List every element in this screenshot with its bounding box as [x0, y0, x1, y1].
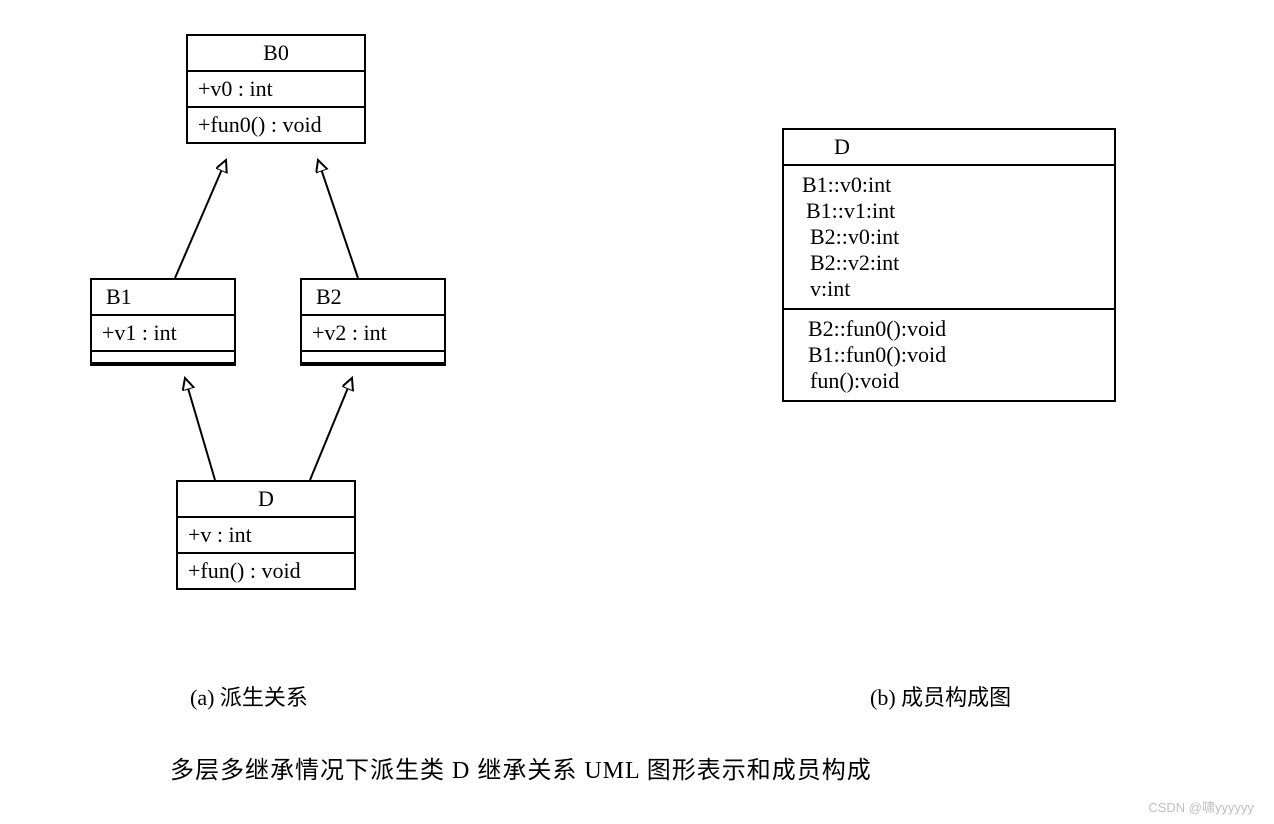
uml-class-B1: B1 +v1 : int — [90, 278, 236, 366]
arrow-B2-to-B0 — [318, 160, 358, 278]
class-name: D — [178, 482, 354, 518]
op-row: B2::fun0():void — [802, 316, 1096, 342]
attr-row: B1::v1:int — [802, 198, 1096, 224]
class-name: D — [784, 130, 1114, 166]
uml-class-D-members: D B1::v0:int B1::v1:int B2::v0:int B2::v… — [782, 128, 1116, 402]
main-caption: 多层多继承情况下派生类 D 继承关系 UML 图形表示和成员构成 — [170, 750, 872, 785]
arrow-D-to-B2 — [310, 378, 352, 480]
class-name: B2 — [302, 280, 444, 316]
class-name: B1 — [92, 280, 234, 316]
ops-compartment: B2::fun0():void B1::fun0():void fun():vo… — [784, 310, 1114, 400]
attr-row: B2::v2:int — [802, 250, 1096, 276]
uml-class-D: D +v : int +fun() : void — [176, 480, 356, 590]
class-attr: +v0 : int — [188, 72, 364, 108]
op-row: B1::fun0():void — [802, 342, 1096, 368]
uml-class-B0: B0 +v0 : int +fun0() : void — [186, 34, 366, 144]
attr-row: v:int — [802, 276, 1096, 302]
attrs-compartment: B1::v0:int B1::v1:int B2::v0:int B2::v2:… — [784, 166, 1114, 310]
class-attr: +v1 : int — [92, 316, 234, 352]
arrow-B1-to-B0 — [175, 160, 226, 278]
watermark: CSDN @啸yyyyyy — [1148, 797, 1254, 816]
class-name: B0 — [188, 36, 364, 72]
caption-a: (a) 派生关系 — [190, 680, 308, 712]
uml-class-B2: B2 +v2 : int — [300, 278, 446, 366]
op-row: fun():void — [802, 368, 1096, 394]
attr-row: B2::v0:int — [802, 224, 1096, 250]
class-op: +fun0() : void — [188, 108, 364, 142]
caption-b: (b) 成员构成图 — [870, 680, 1011, 712]
empty-op-row — [92, 352, 234, 364]
empty-op-row — [302, 352, 444, 364]
class-attr: +v2 : int — [302, 316, 444, 352]
attr-row: B1::v0:int — [802, 172, 1096, 198]
class-attr: +v : int — [178, 518, 354, 554]
arrow-D-to-B1 — [185, 378, 215, 480]
class-op: +fun() : void — [178, 554, 354, 588]
